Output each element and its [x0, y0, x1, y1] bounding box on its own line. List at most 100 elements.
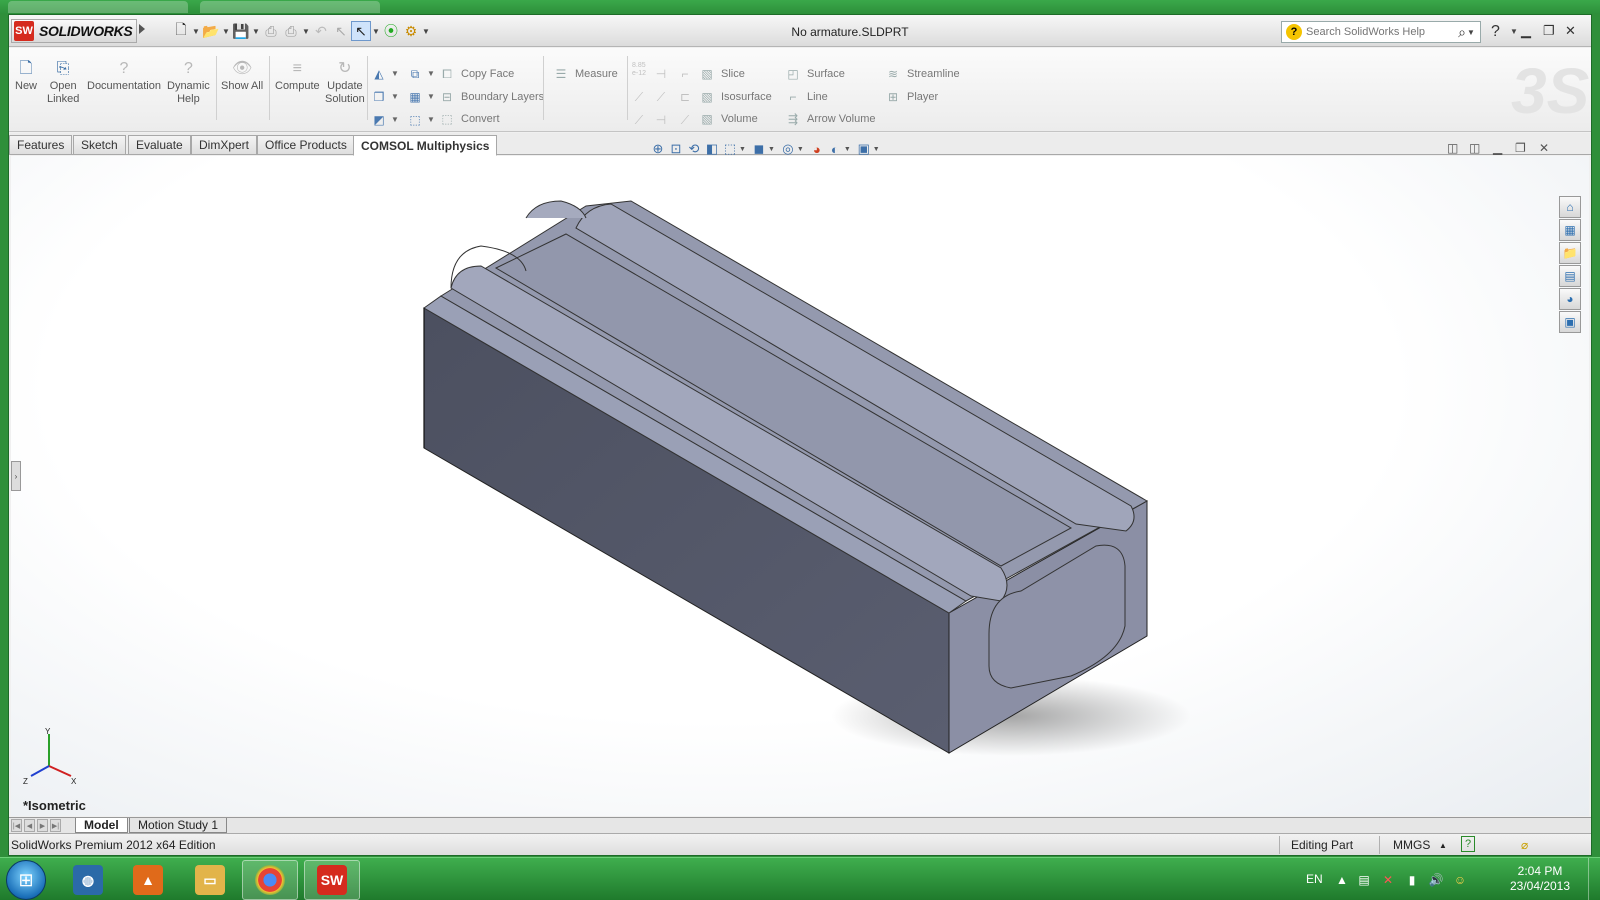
tab-dimxpert[interactable]: DimXpert — [191, 135, 258, 155]
boundary-icon[interactable]: ◩ — [371, 112, 387, 128]
next-tab-icon[interactable]: ▶ — [37, 819, 48, 832]
tab-office-products[interactable]: Office Products — [257, 135, 355, 155]
compute-button[interactable]: ≡ Compute — [275, 58, 320, 93]
table-icon[interactable]: ⟋ — [677, 112, 693, 128]
taskpane-appearances-icon[interactable]: ◕ — [1559, 288, 1581, 310]
taskpane-design-library-icon[interactable]: ▦ — [1559, 219, 1581, 241]
taskbar-chrome-app[interactable] — [242, 860, 298, 900]
messenger-icon[interactable]: ☺ — [1452, 872, 1468, 888]
line-button[interactable]: ⌐ Line — [785, 88, 827, 106]
network-error-icon[interactable]: ✕ — [1380, 872, 1396, 888]
convert-button[interactable]: ⬚ Convert — [439, 110, 499, 128]
dynamic-help-button[interactable]: ? Dynamic Help — [167, 58, 210, 106]
view-settings-icon[interactable]: ▣ — [855, 140, 873, 158]
background-window-tab[interactable] — [8, 1, 188, 13]
arrow-volume-button[interactable]: ⇶ Arrow Volume — [785, 110, 876, 128]
previous-view-icon[interactable]: ⟲ — [685, 140, 703, 158]
taskpane-view-palette-icon[interactable]: ▤ — [1559, 265, 1581, 287]
feature-manager-toggle[interactable]: › — [11, 461, 21, 491]
dropdown-icon[interactable]: ▼ — [768, 146, 775, 153]
edit-appearance-icon[interactable]: ◕ — [808, 140, 826, 158]
dropdown-icon[interactable]: ▼ — [427, 69, 435, 78]
copy-face-button[interactable]: ⧠ Copy Face — [439, 65, 514, 83]
zoom-to-area-icon[interactable]: ⊡ — [667, 140, 685, 158]
first-tab-icon[interactable]: |◀ — [11, 819, 22, 832]
last-tab-icon[interactable]: ▶| — [50, 819, 61, 832]
help-search-box[interactable]: ? ⌕ ▼ — [1281, 21, 1481, 43]
search-icon[interactable]: ⌕ — [1458, 24, 1466, 41]
doc-restore-icon[interactable]: ❐ — [1515, 141, 1526, 155]
search-input[interactable] — [1306, 26, 1459, 38]
doc-minimize-icon[interactable]: ▁ — [1493, 141, 1502, 155]
language-indicator[interactable]: EN — [1306, 872, 1323, 886]
materials-icon[interactable]: ❒ — [371, 89, 387, 105]
line-probe-icon[interactable]: ⟋ — [631, 89, 647, 105]
show-all-button[interactable]: 👁 Show All — [221, 58, 263, 93]
restore-icon[interactable]: ❐ — [1543, 23, 1555, 39]
taskbar-explorer-app[interactable]: ◍ — [60, 860, 116, 900]
dropdown-icon[interactable]: ▼ — [427, 92, 435, 101]
minimize-icon[interactable]: ▁ — [1521, 23, 1531, 39]
measure-button[interactable]: ☰ Measure — [553, 65, 618, 83]
dropdown-icon[interactable]: ▼ — [873, 146, 880, 153]
apply-scene-icon[interactable]: ◐ — [826, 140, 844, 158]
surface-button[interactable]: ◰ Surface — [785, 65, 845, 83]
global-probe-icon[interactable]: ⊣ — [653, 112, 669, 128]
tab-motion-study[interactable]: Motion Study 1 — [129, 818, 228, 833]
volume-icon[interactable]: 🔊 — [1428, 872, 1444, 888]
selection-icon[interactable]: ⬚ — [407, 112, 423, 128]
tab-features[interactable]: Features — [9, 135, 73, 155]
boundary-layers-button[interactable]: ⊟ Boundary Layers — [439, 88, 544, 106]
domain-probe-icon[interactable]: ⊏ — [677, 89, 693, 105]
open-linked-button[interactable]: ⎘ Open Linked — [47, 58, 79, 106]
taskbar-matlab-app[interactable]: ▲ — [120, 860, 176, 900]
dropdown-icon[interactable]: ▼ — [391, 69, 399, 78]
taskpane-custom-properties-icon[interactable]: ▣ — [1559, 311, 1581, 333]
tab-sketch[interactable]: Sketch — [73, 135, 126, 155]
graphics-viewport[interactable]: Y X Z *Isometric › ⌂ ▦ 📁 ▤ ◕ ▣ — [11, 156, 1589, 816]
section-view-icon[interactable]: ◧ — [703, 140, 721, 158]
point-probe-icon[interactable]: ⟋ — [631, 112, 647, 128]
dropdown-icon[interactable]: ▼ — [391, 115, 399, 124]
view-orientation-icon[interactable]: ⬚ — [721, 140, 739, 158]
units-selector[interactable]: MMGS — [1393, 838, 1430, 852]
dropdown-icon[interactable]: ▼ — [844, 146, 851, 153]
new-button[interactable]: 🗋 New — [15, 58, 37, 93]
tab-comsol-multiphysics[interactable]: COMSOL Multiphysics — [353, 135, 498, 156]
dropdown-icon[interactable]: ▼ — [797, 146, 804, 153]
close-icon[interactable]: ✕ — [1565, 23, 1576, 39]
search-dropdown-icon[interactable]: ▼ — [1466, 28, 1476, 37]
tab-evaluate[interactable]: Evaluate — [128, 135, 191, 155]
display-style-icon[interactable]: ◼ — [750, 140, 768, 158]
show-desktop-button[interactable] — [1588, 858, 1600, 900]
taskbar-folder-app[interactable]: ▭ — [182, 860, 238, 900]
player-button[interactable]: ⊞ Player — [885, 88, 938, 106]
taskpane-file-explorer-icon[interactable]: 📁 — [1559, 242, 1581, 264]
documentation-button[interactable]: ? Documentation — [87, 58, 161, 93]
start-button-icon[interactable]: ⊞ — [6, 860, 46, 900]
units-dropdown-icon[interactable]: ▲ — [1439, 841, 1447, 850]
rebuild-status-icon[interactable]: ⌀ — [1521, 838, 1528, 852]
streamline-button[interactable]: ≋ Streamline — [885, 65, 960, 83]
surface-probe-icon[interactable]: ⟋ — [653, 89, 669, 105]
prev-tab-icon[interactable]: ◀ — [24, 819, 35, 832]
split-vertical-icon[interactable]: ◫ — [1469, 141, 1480, 155]
help-dropdown-icon[interactable]: ▼ — [1509, 27, 1519, 36]
quick-tips-icon[interactable]: ? — [1461, 836, 1475, 852]
dropdown-icon[interactable]: ▼ — [427, 115, 435, 124]
taskpane-home-icon[interactable]: ⌂ — [1559, 196, 1581, 218]
device-icon[interactable]: ▤ — [1356, 872, 1372, 888]
volume-button[interactable]: ▧ Volume — [699, 110, 757, 128]
system-clock[interactable]: 2:04 PM 23/04/2013 — [1500, 864, 1580, 894]
zoom-to-fit-icon[interactable]: ⊕ — [649, 140, 667, 158]
dropdown-icon[interactable]: ▼ — [391, 92, 399, 101]
background-window-tab[interactable] — [200, 1, 380, 13]
part-model[interactable] — [11, 156, 1589, 816]
mesh-icon[interactable]: ▦ — [407, 89, 423, 105]
isosurface-button[interactable]: ▧ Isosurface — [699, 88, 771, 106]
physics-icon[interactable]: ⧉ — [407, 66, 423, 82]
help-icon[interactable]: ? — [1491, 23, 1500, 41]
signal-icon[interactable]: ▮ — [1404, 872, 1420, 888]
probe-icon[interactable]: ⊣ — [653, 66, 669, 82]
show-hidden-icons-icon[interactable]: ▲ — [1334, 872, 1350, 888]
